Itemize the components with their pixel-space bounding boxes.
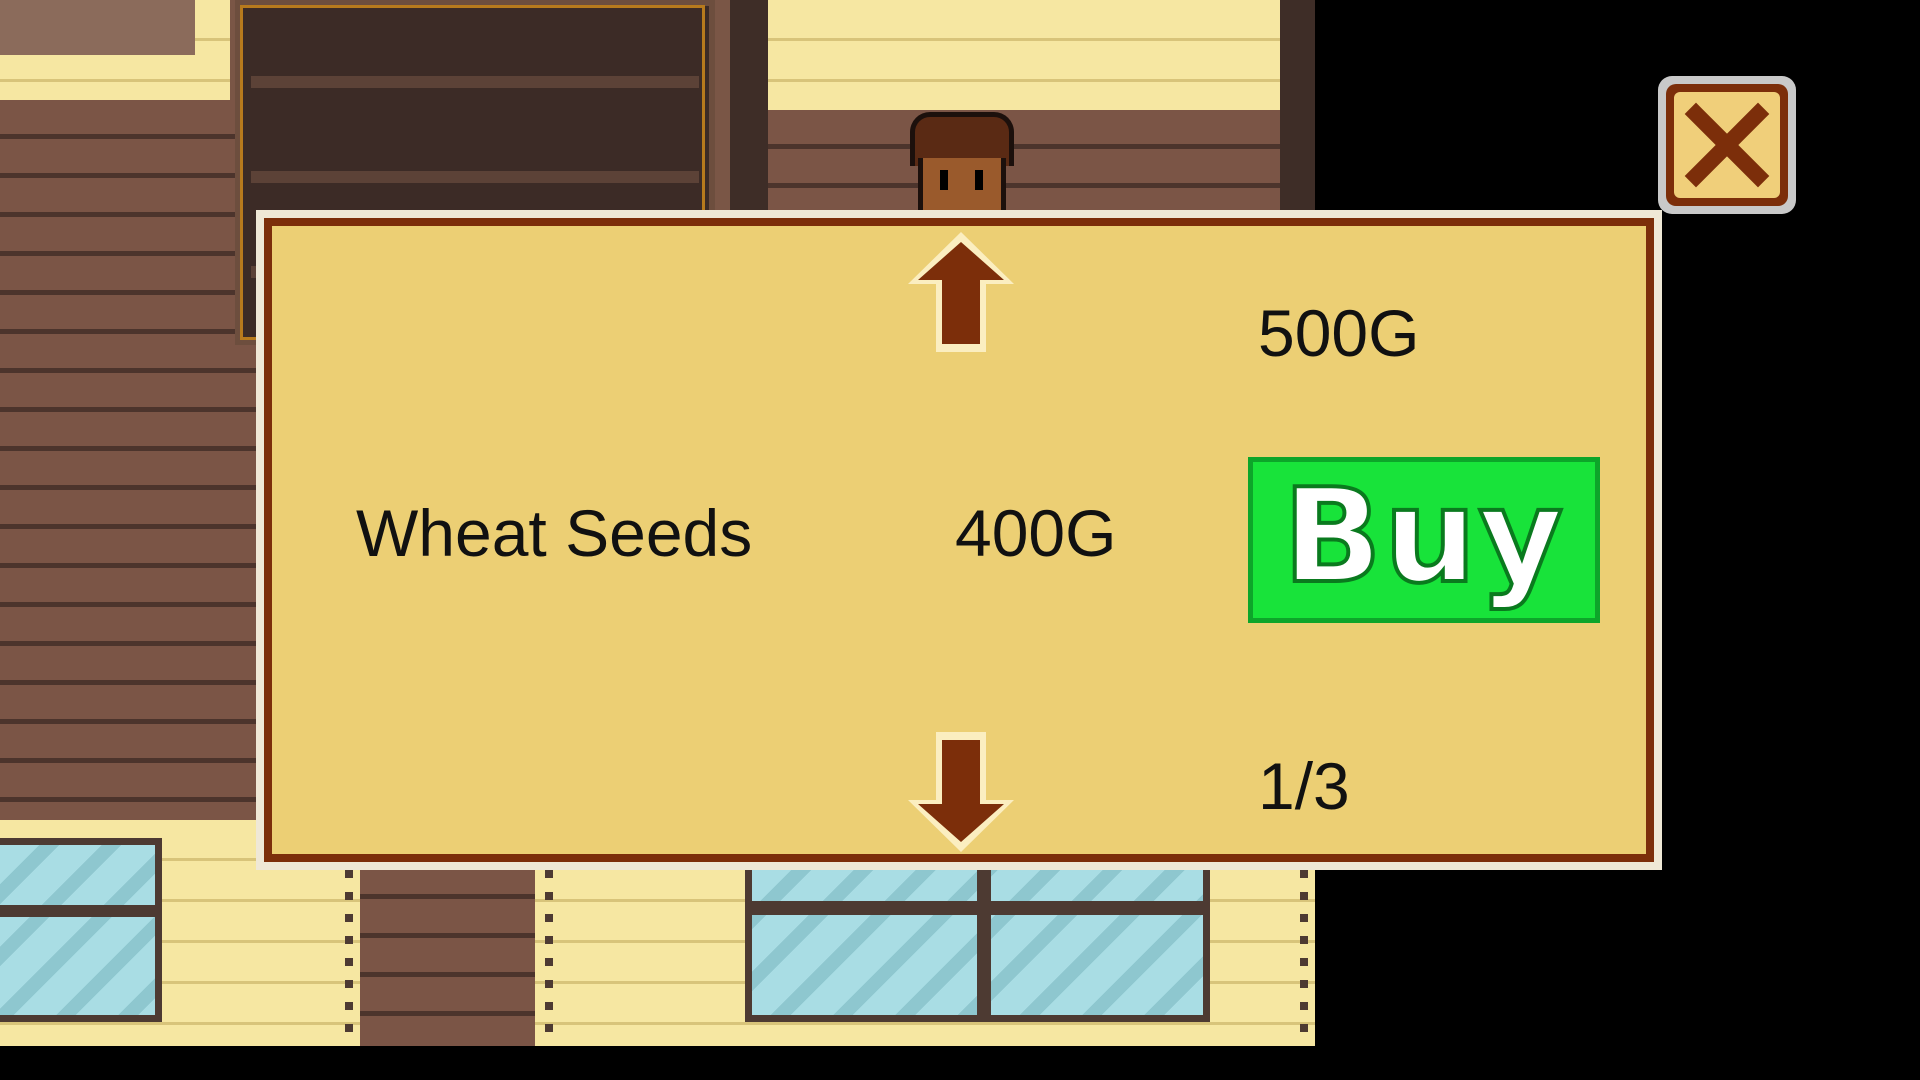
buy-button-label: Buy [1281,460,1566,612]
bottom-doorway [360,860,535,1046]
page-indicator: 1/3 [1258,749,1350,823]
arrow-up-icon[interactable] [902,228,1020,356]
buy-button[interactable]: Buy [1248,457,1600,623]
plank-seam [545,870,553,1046]
window-bottom-left [0,838,162,1022]
plank-seam [1300,870,1308,1046]
gold-balance: 500G [1258,296,1420,370]
window-frame-top-left [0,0,195,55]
shopkeeper-face [918,158,1006,210]
item-price: 400G [955,496,1117,570]
close-x-icon[interactable] [1656,74,1798,216]
item-name: Wheat Seeds [356,496,753,570]
top-right-plank-wall [768,0,1280,110]
wooden-post [730,0,768,230]
shopkeeper-eye [940,170,948,190]
right-wall-edge [1280,0,1315,230]
left-brick-wall [0,100,260,820]
plank-seam [345,870,353,1046]
shopkeeper-eye [975,170,983,190]
window-bottom-center [745,860,1210,1022]
arrow-down-icon[interactable] [902,728,1020,856]
